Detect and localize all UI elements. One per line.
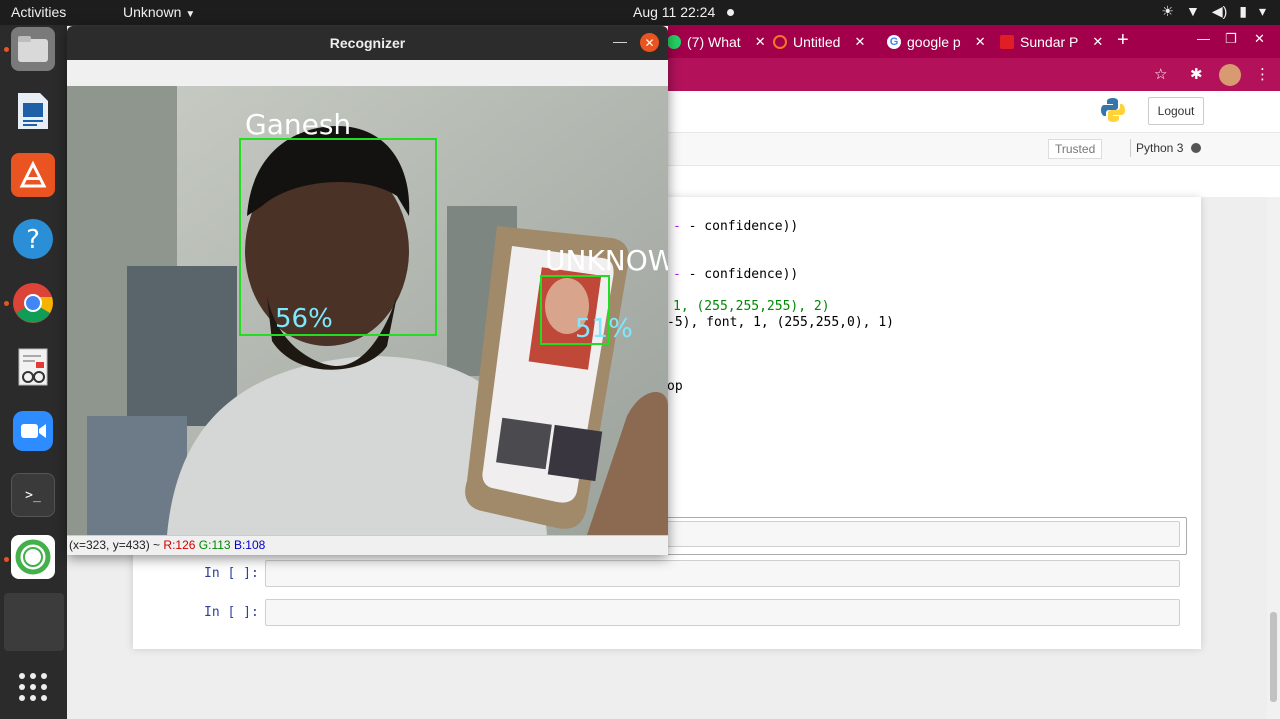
close-tab-icon[interactable]: ✕ [1092, 34, 1103, 50]
volume-icon: ◀) [1211, 3, 1228, 19]
tab-whatsapp[interactable]: (7) What ✕ [667, 31, 766, 53]
cell-prompt: In [ ]: [204, 605, 259, 620]
dock: ? >_ [0, 25, 67, 719]
wifi-icon: ▼ [1185, 3, 1200, 19]
code-line[interactable]: - - confidence)) [673, 219, 798, 234]
recognizer-window: Recognizer — ✕ Ganesh 56% UNKNOW 51% (x=… [67, 26, 668, 555]
avatar[interactable] [1219, 64, 1241, 86]
face-name-label: Ganesh [245, 108, 352, 141]
code-line[interactable]: 1, (255,255,255), 2) [673, 299, 830, 314]
tab-label: google p [907, 34, 961, 50]
cell-input[interactable] [265, 599, 1180, 626]
whatsapp-icon [667, 35, 681, 49]
chevron-down-icon: ▼ [185, 9, 196, 20]
jupyter-icon [773, 35, 787, 49]
kernel-status-icon [1191, 143, 1202, 153]
face-confidence-label: 51% [575, 314, 633, 344]
top-bar: Activities Unknown ▼ Aug 11 22:24 ☀ ▼ ◀) … [0, 0, 1280, 25]
camera-frame [67, 86, 668, 535]
extensions-icon[interactable]: ✱ [1190, 65, 1203, 83]
running-indicator [4, 301, 9, 306]
new-tab-button[interactable]: + [1117, 29, 1129, 52]
toi-icon [1000, 35, 1014, 49]
tab-sundar[interactable]: Sundar P ✕ [1000, 31, 1103, 53]
close-tab-icon[interactable]: ✕ [755, 34, 766, 50]
face-confidence-label: 56% [275, 304, 333, 334]
tab-google[interactable]: G google p ✕ [887, 31, 986, 53]
google-icon: G [887, 35, 901, 49]
pixel-status-bar: (x=323, y=433) ~ R:126 G:113 B:108 [67, 535, 668, 555]
recognizer-titlebar[interactable]: Recognizer — ✕ [67, 26, 668, 60]
zoom-icon[interactable] [11, 409, 55, 453]
scrollbar-thumb[interactable] [1270, 612, 1277, 702]
trusted-indicator[interactable]: Trusted [1048, 139, 1103, 159]
red-value: R:126 [163, 538, 196, 552]
recognizer-window-icon[interactable] [4, 593, 64, 651]
app-menu[interactable]: Unknown ▼ [123, 4, 195, 20]
python-logo-icon [1101, 98, 1125, 122]
minimize-icon[interactable]: — [613, 33, 627, 49]
tab-label: (7) What [687, 34, 741, 50]
cursor-coords: (x=323, y=433) ~ [69, 538, 161, 552]
face-name-label: UNKNOWN [545, 244, 668, 277]
code-comment[interactable]: op [667, 379, 683, 394]
notification-dot-icon [727, 9, 734, 16]
activities-button[interactable]: Activities [11, 4, 66, 20]
close-tab-icon[interactable]: ✕ [854, 34, 865, 50]
help-icon[interactable]: ? [11, 217, 55, 261]
software-center-icon[interactable] [11, 153, 55, 197]
system-tray[interactable]: ☀ ▼ ◀) ▮ ▾ [1161, 3, 1266, 20]
writer-icon[interactable] [11, 89, 55, 133]
maximize-icon[interactable]: ❐ [1225, 31, 1237, 47]
cell-prompt: In [ ]: [204, 566, 259, 581]
close-window-icon[interactable]: ✕ [1254, 31, 1265, 47]
tab-untitled[interactable]: Untitled ✕ [773, 31, 865, 53]
clock[interactable]: Aug 11 22:24 [633, 4, 715, 20]
chrome-menu-icon[interactable]: ⋮ [1255, 65, 1270, 83]
anaconda-icon[interactable] [11, 535, 55, 579]
window-title: Recognizer [329, 35, 406, 51]
tab-label: Untitled [793, 34, 841, 50]
chrome-icon[interactable] [11, 281, 55, 325]
code-line[interactable]: -5), font, 1, (255,255,0), 1) [667, 315, 894, 330]
power-menu-icon: ▾ [1258, 3, 1266, 19]
battery-icon: ▮ [1239, 3, 1247, 19]
logout-button[interactable]: Logout [1148, 97, 1204, 125]
running-indicator [4, 47, 9, 52]
close-icon[interactable]: ✕ [640, 33, 659, 52]
camera-feed: Ganesh 56% UNKNOWN 51% [67, 86, 668, 535]
svg-text:?: ? [26, 225, 40, 255]
kernel-name: Python 3 [1136, 141, 1184, 155]
app-menu-label: Unknown [123, 4, 182, 20]
kernel-indicator: Python 3 [1130, 139, 1202, 157]
running-indicator [4, 557, 9, 562]
terminal-icon[interactable]: >_ [11, 473, 55, 517]
green-value: G:113 [198, 538, 231, 552]
code-line[interactable]: - - confidence)) [673, 267, 798, 282]
close-tab-icon[interactable]: ✕ [975, 34, 986, 50]
minimize-icon[interactable]: — [1197, 31, 1210, 46]
document-viewer-icon[interactable] [11, 345, 55, 389]
page-scrollbar[interactable] [1267, 197, 1280, 719]
blue-value: B:108 [233, 538, 266, 552]
bookmark-star-icon[interactable]: ☆ [1154, 65, 1167, 83]
show-applications-icon[interactable] [11, 665, 55, 709]
cell-input[interactable] [265, 560, 1180, 587]
tab-label: Sundar P [1020, 34, 1079, 50]
brightness-icon: ☀ [1161, 3, 1174, 19]
files-icon[interactable] [11, 27, 55, 71]
